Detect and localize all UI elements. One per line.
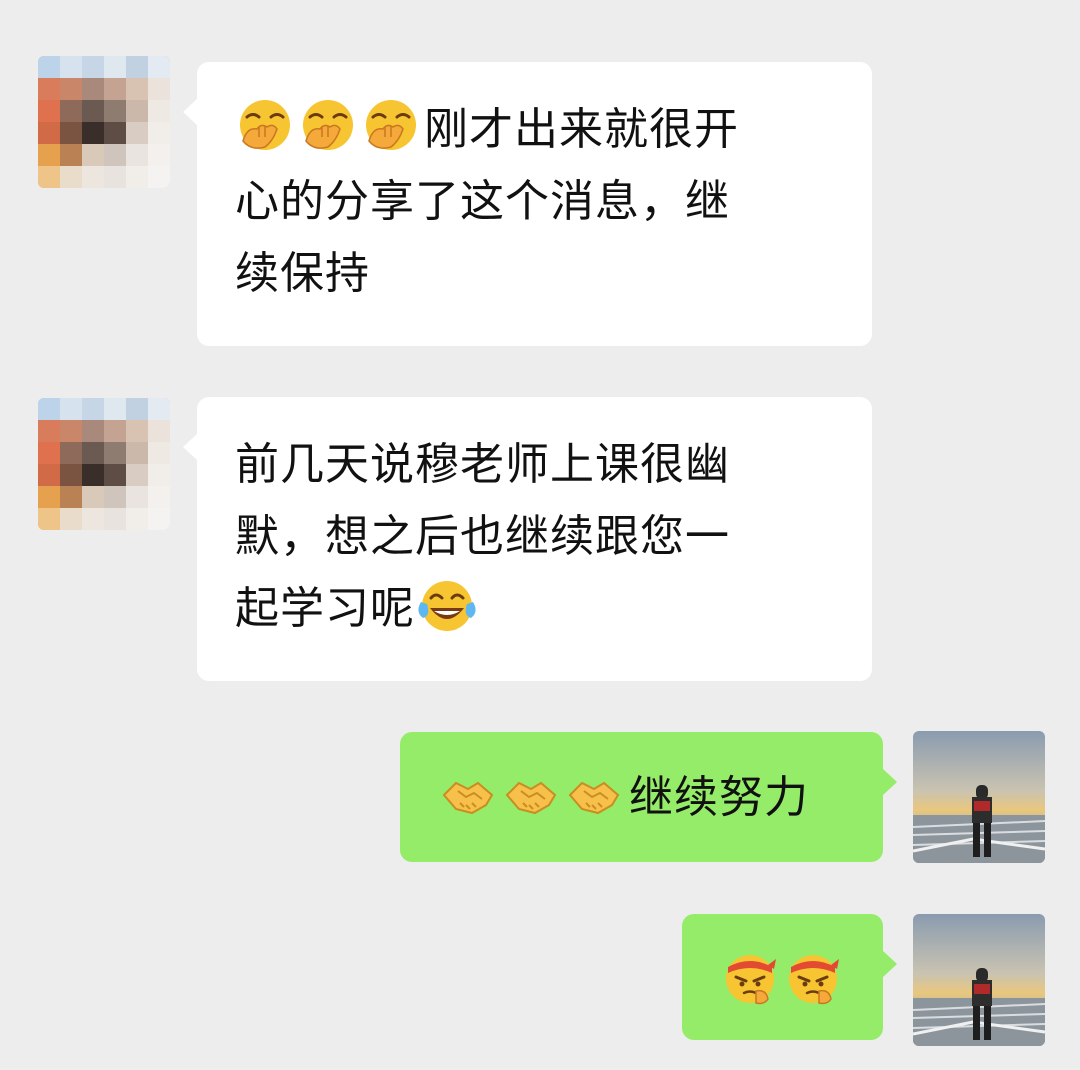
message-text: 续保持 bbox=[235, 248, 370, 299]
message-line: 继续努力 bbox=[440, 762, 883, 834]
message-text: 默，想之后也继续跟您一 bbox=[235, 511, 730, 562]
face-with-hand-over-mouth-emoji bbox=[235, 97, 295, 157]
handshake-emoji bbox=[566, 765, 626, 825]
face-with-hand-over-mouth-emoji bbox=[298, 97, 358, 157]
bubble-tail bbox=[882, 950, 897, 978]
message-bubble-incoming-1[interactable]: 刚才出来就很开 心的分享了这个消息，继 续保持 bbox=[183, 62, 872, 346]
message-bubble-outgoing-1[interactable]: 继续努力 bbox=[400, 732, 897, 862]
self-avatar[interactable] bbox=[913, 914, 1045, 1046]
message-text: 刚才出来就很开 bbox=[424, 104, 739, 155]
message-line: 刚才出来就很开 bbox=[235, 94, 836, 166]
message-line: 起学习呢 bbox=[235, 573, 836, 645]
message-text: 前几天说穆老师上课很幽 bbox=[235, 439, 730, 490]
bubble-tail bbox=[183, 98, 198, 126]
message-bubble-outgoing-2[interactable] bbox=[682, 914, 897, 1040]
self-avatar[interactable] bbox=[913, 731, 1045, 863]
message-text: 继续努力 bbox=[629, 772, 809, 823]
contact-avatar[interactable] bbox=[38, 56, 170, 188]
handshake-emoji bbox=[503, 765, 563, 825]
face-with-tears-of-joy-emoji bbox=[417, 576, 477, 636]
handshake-emoji bbox=[440, 765, 500, 825]
face-with-hand-over-mouth-emoji bbox=[361, 97, 421, 157]
message-bubble-incoming-2[interactable]: 前几天说穆老师上课很幽 默，想之后也继续跟您一 起学习呢 bbox=[183, 397, 872, 681]
message-text: 起学习呢 bbox=[235, 583, 415, 634]
contact-avatar[interactable] bbox=[38, 398, 170, 530]
determined-face-headband-emoji bbox=[783, 947, 843, 1007]
bubble-tail bbox=[882, 768, 897, 796]
message-text: 心的分享了这个消息，继 bbox=[235, 176, 730, 227]
bubble-tail bbox=[183, 433, 198, 461]
determined-face-headband-emoji bbox=[720, 947, 780, 1007]
message-line bbox=[720, 944, 883, 1016]
